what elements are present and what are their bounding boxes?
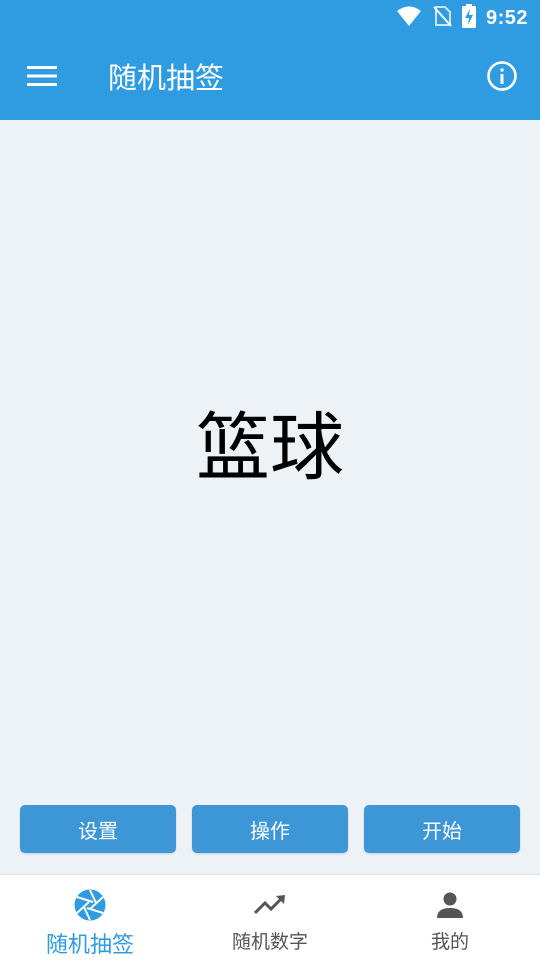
wifi-icon — [396, 5, 422, 31]
no-sim-icon — [432, 5, 452, 31]
app-screen: 9:52 随机抽签 篮球 设置 操作 开始 随机抽签 随机数字 我的 — [0, 0, 540, 960]
nav-label: 随机数字 — [231, 931, 308, 953]
info-icon — [486, 60, 518, 96]
status-icons: 9:52 — [396, 0, 528, 36]
hamburger-menu-icon — [27, 65, 57, 91]
battery-charging-icon — [461, 4, 476, 32]
nav-item-random-draw[interactable]: 随机抽签 — [0, 875, 180, 960]
trending-up-icon — [252, 887, 288, 923]
aperture-icon — [72, 887, 108, 923]
nav-item-random-number[interactable]: 随机数字 — [180, 875, 360, 960]
menu-button[interactable] — [24, 60, 60, 96]
nav-label: 我的 — [430, 931, 469, 953]
action-row: 设置 操作 开始 — [20, 805, 520, 853]
info-button[interactable] — [484, 60, 520, 96]
draw-result: 篮球 — [196, 405, 344, 491]
start-button[interactable]: 开始 — [364, 805, 520, 853]
app-bar: 随机抽签 — [0, 36, 540, 120]
app-title: 随机抽签 — [108, 61, 225, 95]
status-time: 9:52 — [485, 6, 528, 29]
nav-label: 随机抽签 — [45, 933, 134, 958]
bottom-nav: 随机抽签 随机数字 我的 — [0, 874, 540, 960]
nav-item-mine[interactable]: 我的 — [360, 875, 540, 960]
person-icon — [432, 887, 468, 923]
settings-button[interactable]: 设置 — [20, 805, 176, 853]
status-bar: 9:52 — [0, 0, 540, 36]
main-content: 篮球 设置 操作 开始 — [0, 120, 540, 874]
operate-button[interactable]: 操作 — [192, 805, 348, 853]
